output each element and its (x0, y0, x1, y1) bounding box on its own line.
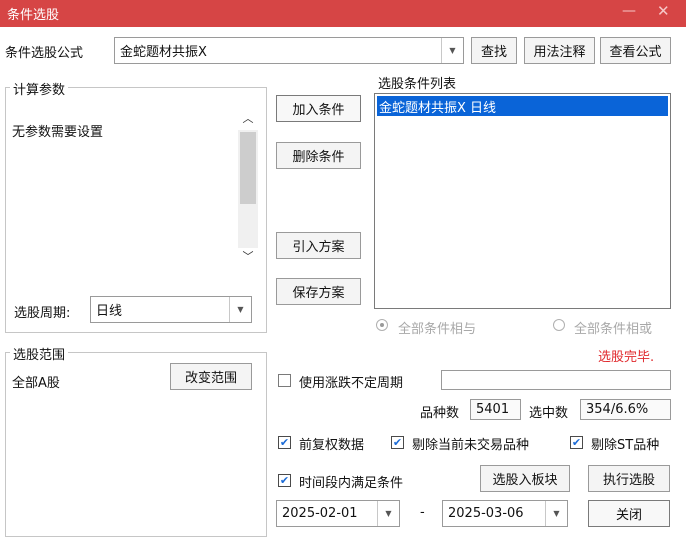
variable-period-label: 使用涨跌不定周期 (299, 376, 404, 391)
import-scheme-button[interactable]: 引入方案 (276, 232, 361, 259)
window-title: 条件选股 (7, 8, 60, 23)
end-date-picker[interactable]: 2025-03-06 ▼ (442, 500, 568, 527)
start-date-picker[interactable]: 2025-02-01 ▼ (276, 500, 400, 527)
time-range-checkbox[interactable]: ✔ (278, 474, 291, 487)
find-button[interactable]: 查找 (471, 37, 517, 64)
all-or-label: 全部条件相或 (574, 322, 653, 337)
status-text: 选股完毕. (598, 350, 655, 365)
params-legend: 计算参数 (10, 79, 69, 98)
list-item[interactable]: 金蛇题材共振X 日线 (377, 96, 668, 116)
usage-button[interactable]: 用法注释 (524, 37, 595, 64)
period-select[interactable]: 日线 ▼ (90, 296, 252, 323)
save-scheme-button[interactable]: 保存方案 (276, 278, 361, 305)
count-field: 5401 (470, 399, 521, 420)
close-button[interactable]: 关闭 (588, 500, 670, 527)
conditions-label: 选股条件列表 (378, 77, 457, 92)
chevron-down-icon[interactable]: ▼ (377, 501, 399, 526)
exclude-untraded-checkbox[interactable]: ✔ (391, 436, 404, 449)
delete-condition-button[interactable]: 删除条件 (276, 142, 361, 169)
exclude-st-label: 剔除ST品种 (591, 438, 660, 453)
end-date-value: 2025-03-06 (448, 506, 524, 521)
close-icon[interactable]: ✕ (657, 2, 670, 20)
minimize-icon[interactable]: — (622, 3, 636, 19)
date-separator: - (420, 505, 425, 520)
chevron-down-icon[interactable]: ▼ (229, 297, 251, 322)
period-value: 日线 (96, 304, 123, 319)
count-label: 品种数 (420, 406, 460, 421)
exclude-untraded-label: 剔除当前未交易品种 (412, 438, 530, 453)
scroll-thumb[interactable] (240, 132, 256, 204)
params-text: 无参数需要设置 (12, 125, 104, 140)
chevron-down-icon[interactable]: ﹀ (238, 248, 258, 268)
view-formula-button[interactable]: 查看公式 (600, 37, 671, 64)
add-to-block-button[interactable]: 选股入板块 (480, 465, 570, 492)
chevron-down-icon[interactable]: ▼ (441, 38, 463, 63)
formula-label: 条件选股公式 (5, 46, 84, 61)
selected-label: 选中数 (529, 406, 569, 421)
selected-value: 354/6.6% (586, 402, 649, 417)
add-condition-button[interactable]: 加入条件 (276, 95, 361, 122)
formula-value: 金蛇题材共振X (120, 45, 207, 60)
change-range-button[interactable]: 改变范围 (170, 363, 252, 390)
conditions-list[interactable]: 金蛇题材共振X 日线 (374, 93, 671, 309)
start-date-value: 2025-02-01 (282, 506, 358, 521)
count-value: 5401 (476, 402, 510, 417)
title-bar: 条件选股 — ✕ (0, 0, 686, 27)
variable-period-input[interactable] (441, 370, 671, 390)
selected-field: 354/6.6% (580, 399, 671, 420)
chevron-up-icon[interactable]: ︿ (238, 110, 258, 130)
all-and-radio[interactable] (376, 319, 388, 331)
variable-period-checkbox[interactable] (278, 374, 291, 387)
all-and-label: 全部条件相与 (398, 322, 477, 337)
time-range-label: 时间段内满足条件 (299, 476, 404, 491)
execute-button[interactable]: 执行选股 (588, 465, 670, 492)
period-label: 选股周期: (14, 306, 71, 321)
formula-select[interactable]: 金蛇题材共振X ▼ (114, 37, 464, 64)
chevron-down-icon[interactable]: ▼ (545, 501, 567, 526)
pre-adjust-checkbox[interactable]: ✔ (278, 436, 291, 449)
all-or-radio[interactable] (553, 319, 565, 331)
range-legend: 选股范围 (10, 344, 69, 363)
params-scrollbar[interactable]: ︿ ﹀ (238, 110, 258, 268)
range-value: 全部A股 (12, 376, 60, 391)
pre-adjust-label: 前复权数据 (299, 438, 365, 453)
exclude-st-checkbox[interactable]: ✔ (570, 436, 583, 449)
